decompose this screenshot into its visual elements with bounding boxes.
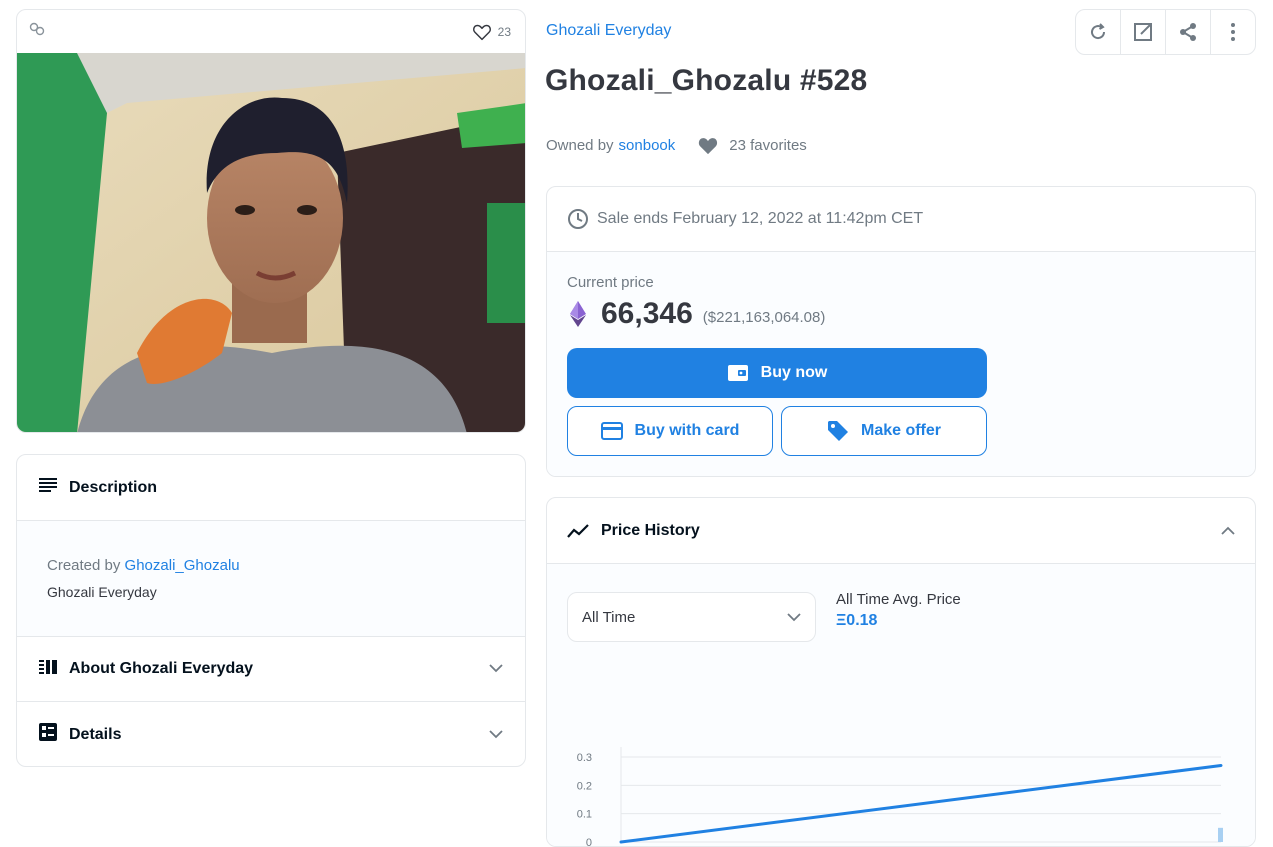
favorite-count: 23 (497, 24, 511, 39)
share-button[interactable] (1166, 10, 1211, 54)
details-title: Details (69, 725, 122, 743)
time-range-select[interactable]: All Time (567, 592, 816, 642)
make-offer-button[interactable]: Make offer (781, 406, 987, 456)
created-by-line: Created by Ghozali_Ghozalu (47, 557, 495, 574)
external-link-button[interactable] (1121, 10, 1166, 54)
nft-title: Ghozali_Ghozalu #528 (545, 64, 868, 97)
make-offer-label: Make offer (860, 422, 942, 439)
price-history-card: Price History All Time All Time Avg. Pri… (546, 497, 1256, 847)
description-text: Ghozali Everyday (47, 584, 157, 600)
chevron-down-icon (787, 609, 801, 626)
current-price: 66,346 (601, 297, 693, 330)
refresh-button[interactable] (1076, 10, 1121, 54)
owner-row: Owned by sonbook 23 favorites (546, 136, 807, 155)
buy-with-card-label: Buy with card (634, 422, 740, 439)
current-price-label: Current price (567, 274, 654, 291)
time-range-value: All Time (582, 608, 636, 626)
details-header[interactable]: Details (17, 702, 525, 766)
share-icon (1180, 23, 1196, 41)
favorite-button[interactable]: 23 (472, 23, 511, 41)
clock-icon (568, 209, 588, 229)
sale-ends-row: Sale ends February 12, 2022 at 11:42pm C… (547, 187, 1255, 252)
avg-price-label: All Time Avg. Price (836, 591, 961, 608)
favorites-count: 23 favorites (697, 136, 807, 155)
price-history-title: Price History (601, 521, 700, 539)
buy-now-label: Buy now (760, 364, 828, 381)
y-tick-label: 0.3 (577, 752, 592, 764)
y-tick-label: 0.1 (577, 809, 592, 821)
about-collection-header[interactable]: About Ghozali Everyday (17, 637, 525, 702)
description-title: Description (69, 478, 158, 496)
description-card: Description Created by Ghozali_Ghozalu G… (16, 454, 526, 767)
sale-body: Current price 66,346 ($221,163,064.08) B… (547, 252, 1255, 476)
collection-link[interactable]: Ghozali Everyday (546, 22, 671, 40)
created-by-prefix: Created by (47, 557, 121, 574)
price-history-header[interactable]: Price History (547, 498, 1255, 564)
trend-icon (567, 523, 589, 538)
volume-bar (1218, 827, 1223, 842)
current-price-usd: ($221,163,064.08) (702, 308, 826, 326)
price-history-chart: 00.10.20.31/111/12 (577, 747, 1223, 847)
wallet-icon (727, 365, 748, 381)
more-options-button[interactable] (1211, 10, 1255, 54)
sale-ends-text: Sale ends February 12, 2022 at 11:42pm C… (597, 210, 924, 227)
external-link-icon (1134, 23, 1152, 41)
price-history-body: All Time All Time Avg. Price Ξ0.18 0 0.1 0… (547, 564, 1255, 847)
nft-photo[interactable] (17, 53, 525, 432)
price-row: 66,346 ($221,163,064.08) (567, 297, 1235, 331)
owner-link[interactable]: sonbook (619, 137, 676, 154)
avg-price-value: Ξ0.18 (836, 612, 878, 629)
description-header[interactable]: Description (17, 455, 525, 521)
buy-with-card-button[interactable]: Buy with card (567, 406, 773, 456)
heart-filled-icon (699, 138, 718, 155)
refresh-icon (1091, 23, 1106, 40)
image-card-header: 23 (17, 10, 525, 53)
tag-icon (827, 421, 848, 441)
about-icon (39, 659, 57, 679)
favorites-text: 23 favorites (729, 137, 807, 154)
description-icon (39, 478, 57, 497)
heart-outline-icon (472, 24, 491, 40)
nft-image-card: 23 (16, 9, 526, 433)
buy-now-button[interactable]: Buy now (567, 348, 987, 398)
ethereum-icon (570, 301, 586, 327)
description-body: Created by Ghozali_Ghozalu Ghozali Every… (17, 521, 525, 637)
chain-link-icon[interactable] (29, 22, 45, 41)
details-icon (39, 723, 57, 746)
chevron-up-icon (1221, 522, 1235, 540)
y-tick-label: 0 (586, 837, 592, 847)
chevron-down-icon (489, 726, 503, 744)
chevron-down-icon (489, 660, 503, 678)
about-title: About Ghozali Everyday (69, 660, 254, 677)
y-tick-label: 0.2 (577, 780, 592, 792)
action-toolbar (1075, 9, 1256, 55)
sale-card: Sale ends February 12, 2022 at 11:42pm C… (546, 186, 1256, 477)
creator-link[interactable]: Ghozali_Ghozalu (125, 557, 240, 574)
credit-card-icon (600, 422, 623, 440)
more-vertical-icon (1231, 23, 1235, 41)
owned-by-prefix: Owned by (546, 137, 614, 154)
